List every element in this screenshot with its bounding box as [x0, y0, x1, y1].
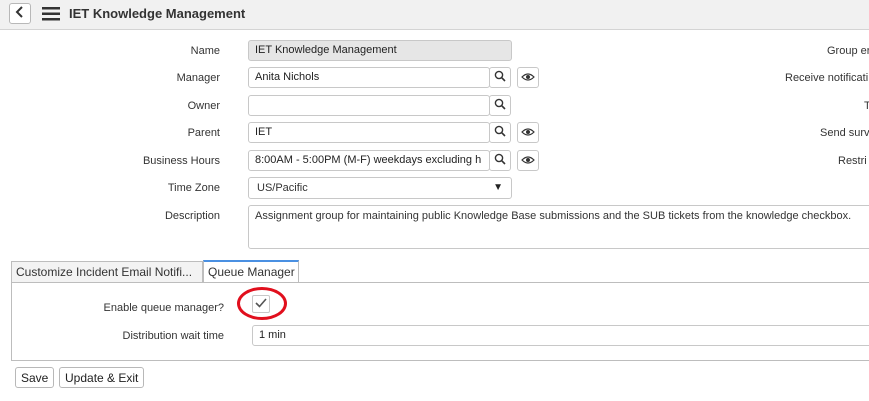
chevron-left-icon [15, 6, 25, 21]
parent-preview-button[interactable] [517, 122, 539, 143]
search-icon [494, 153, 506, 168]
hamburger-menu-icon[interactable] [42, 7, 60, 21]
eye-icon [521, 154, 535, 168]
description-textarea[interactable]: Assignment group for maintaining public … [248, 205, 869, 249]
tab-queue-manager[interactable]: Queue Manager [203, 260, 299, 282]
restrict-label: Restri [838, 155, 867, 167]
name-field[interactable]: IET Knowledge Management [248, 40, 512, 61]
owner-label: Owner [187, 100, 220, 112]
manager-field[interactable]: Anita Nichols [248, 67, 490, 88]
eye-icon [521, 71, 535, 85]
send-survey-label: Send surv [820, 127, 869, 139]
back-button[interactable] [9, 3, 31, 24]
update-exit-button[interactable]: Update & Exit [59, 367, 145, 388]
manager-preview-button[interactable] [517, 67, 539, 88]
tab-customize-incident-email[interactable]: Customize Incident Email Notifi... [11, 261, 203, 282]
eye-icon [521, 126, 535, 140]
business-hours-field[interactable]: 8:00AM - 5:00PM (M-F) weekdays excluding… [248, 150, 490, 171]
enable-queue-manager-label: Enable queue manager? [103, 302, 224, 314]
queue-manager-panel [11, 282, 869, 361]
business-hours-lookup-button[interactable] [489, 150, 511, 171]
distribution-wait-time-label: Distribution wait time [122, 330, 224, 342]
group-email-label: Group er [827, 45, 869, 57]
owner-field[interactable] [248, 95, 490, 116]
description-label: Description [164, 210, 220, 222]
distribution-wait-time-field[interactable]: 1 min [252, 325, 869, 346]
name-label: Name [190, 45, 220, 57]
search-icon [494, 98, 506, 113]
parent-label: Parent [187, 127, 220, 139]
annotation-circle [237, 287, 287, 320]
manager-label: Manager [176, 72, 220, 84]
business-hours-label: Business Hours [142, 155, 220, 167]
receive-notifications-label: Receive notificati [785, 72, 869, 84]
form-header: IET Knowledge Management [0, 0, 869, 30]
business-hours-preview-button[interactable] [517, 150, 539, 171]
owner-lookup-button[interactable] [489, 95, 511, 116]
type-label: T [864, 100, 869, 112]
save-button[interactable]: Save [15, 367, 55, 388]
time-zone-label: Time Zone [167, 182, 220, 194]
time-zone-select[interactable]: US/Pacific ▼ [248, 177, 512, 199]
parent-field[interactable]: IET [248, 122, 490, 143]
parent-lookup-button[interactable] [489, 122, 511, 143]
time-zone-value: US/Pacific [257, 182, 308, 194]
page-title: IET Knowledge Management [69, 6, 246, 21]
manager-lookup-button[interactable] [489, 67, 511, 88]
caret-down-icon: ▼ [493, 182, 503, 193]
search-icon [494, 125, 506, 140]
search-icon [494, 70, 506, 85]
